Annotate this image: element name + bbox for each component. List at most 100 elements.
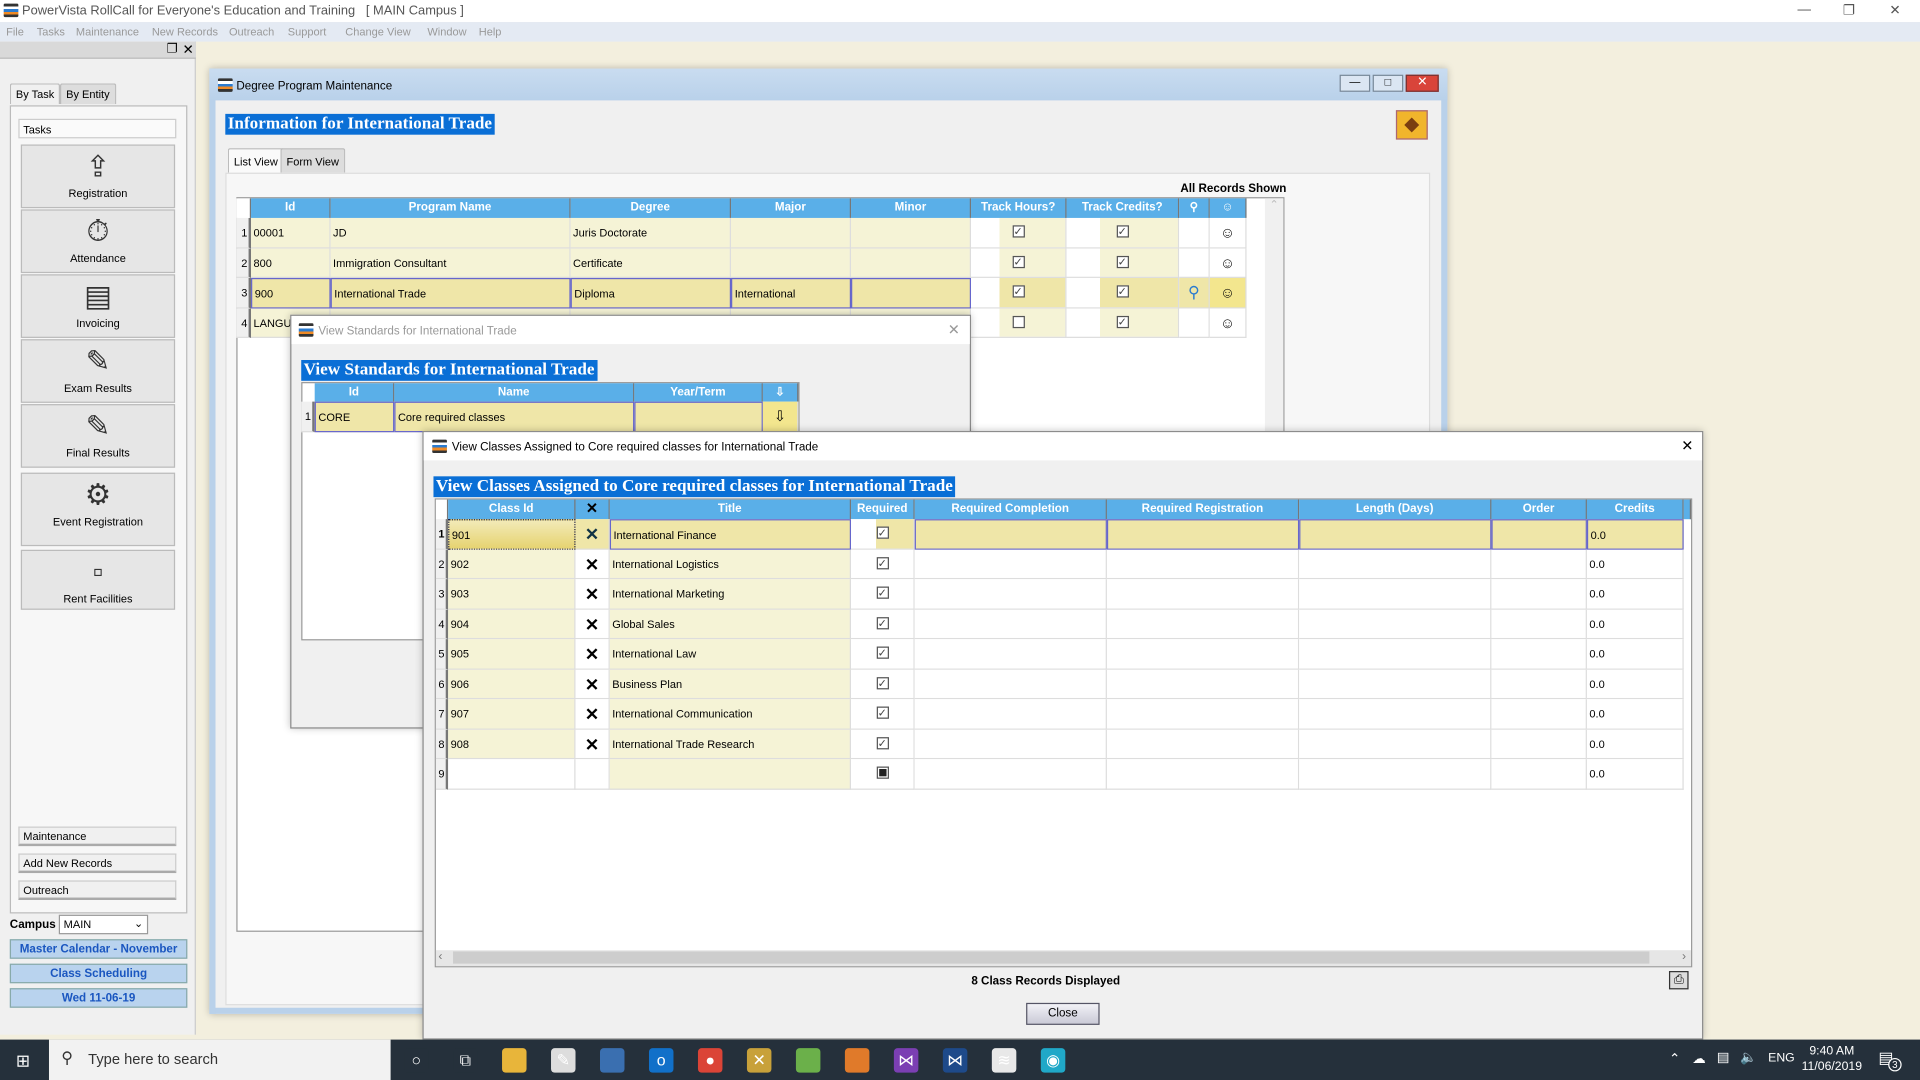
cell-minor[interactable] [851,217,972,248]
cell-required-registration[interactable] [1106,579,1300,610]
menu-tasks[interactable]: Tasks [37,26,65,38]
notifications-icon[interactable]: ▤ 3 [1878,1048,1902,1072]
cell-minor[interactable] [851,247,972,278]
cell-name[interactable]: International Trade [330,277,571,308]
cell-degree[interactable]: Certificate [570,247,732,278]
menu-outreach[interactable]: Outreach [229,26,274,38]
task-event-registration-button[interactable]: ⚙ Event Registration [20,472,176,547]
column-header-length-days-[interactable]: Length (Days) [1299,499,1492,520]
cell-class-id[interactable]: 903 [448,579,576,610]
remove-class-icon[interactable]: ✕ [575,699,610,730]
cell-track-hours[interactable]: ✓ [971,217,1067,248]
remote-desktop-icon[interactable] [600,1048,625,1073]
cell-title[interactable]: International Marketing [609,579,852,610]
cell-order[interactable] [1491,609,1587,640]
taskbar-search-input[interactable]: ⚲ Type here to search [48,1039,391,1080]
menu-support[interactable]: Support [288,26,327,38]
cell-track-credits[interactable]: ✓ [1066,247,1180,278]
cell-length[interactable] [1299,549,1492,580]
cell-length[interactable] [1299,519,1492,550]
close-icon[interactable]: ✕ [1681,437,1693,454]
graduation-cap-icon[interactable]: ☺ [1209,277,1247,308]
column-header-track-hours-[interactable]: Track Hours? [971,198,1067,218]
graduation-cap-icon[interactable]: ☺ [1209,247,1247,278]
column-header-major[interactable]: Major [731,198,852,218]
required-checkbox[interactable]: ✓ [876,736,889,749]
cell-length[interactable] [1299,609,1492,640]
remove-class-icon[interactable]: ✕ [575,669,610,700]
cell-required-completion[interactable] [914,729,1107,760]
close-button[interactable]: ✕ [1405,74,1439,92]
cell-required[interactable]: ✓ [851,699,915,730]
minimize-icon[interactable]: — [1798,2,1811,17]
track-hours-checkbox[interactable]: ✓ [1012,255,1025,268]
remove-class-icon[interactable]: ✕ [575,729,610,760]
required-checkbox[interactable]: ✓ [876,616,889,629]
scrollbar-thumb[interactable] [453,951,1650,964]
close-panel-icon[interactable]: ✕ [182,42,193,58]
standards-cell[interactable]: ⚲ [1179,277,1210,308]
cell-class-id[interactable]: 901 [448,519,576,550]
column-header-order[interactable]: Order [1491,499,1587,520]
required-checkbox[interactable]: ✓ [876,646,889,659]
cell-required-completion[interactable] [914,609,1107,640]
cell-credits[interactable]: 0.0 [1586,579,1684,610]
column-header-id[interactable]: Id [314,383,395,402]
cell-order[interactable] [1491,579,1587,610]
cell-required-registration[interactable] [1106,519,1300,550]
cell-title[interactable]: Global Sales [609,609,852,640]
cell-credits[interactable]: 0.0 [1586,549,1684,580]
tab-list-view[interactable]: List View [227,148,284,173]
standards-cell[interactable] [1179,307,1210,338]
spreadsheet-icon[interactable] [795,1048,821,1073]
required-checkbox[interactable]: ✓ [876,706,889,719]
float-icon[interactable]: ❐ [167,43,178,56]
column-header-name[interactable]: Name [394,383,635,402]
required-checkbox[interactable]: ✓ [876,556,889,569]
cell-length[interactable] [1299,699,1492,730]
cell-required-registration[interactable] [1106,609,1300,640]
task-invoicing-button[interactable]: ▤ Invoicing [20,274,176,338]
cell-track-hours[interactable] [971,307,1067,338]
outlook-icon[interactable]: o [648,1048,674,1073]
cell-id[interactable]: 800 [251,247,331,278]
cell-required-registration[interactable] [1106,699,1300,730]
graduation-cap-icon[interactable]: ☺ [1209,307,1247,338]
cell-title[interactable]: International Finance [609,519,852,550]
cell-class-id[interactable]: 904 [448,609,576,640]
close-dialog-button[interactable]: Close [1026,1002,1100,1025]
column-header-minor[interactable]: Minor [851,198,972,218]
cell-major[interactable]: International [731,277,852,308]
cell-required-registration[interactable] [1106,669,1300,700]
clock[interactable]: 9:40 AM 11/06/2019 [1800,1043,1864,1075]
cell-class-id[interactable]: 906 [448,669,576,700]
column-header-degree[interactable]: Degree [570,198,732,218]
cell-required[interactable]: ✓ [851,729,915,760]
tools-icon[interactable]: ✕ [746,1048,772,1073]
cell-class-id[interactable]: 908 [448,729,576,760]
cell-order[interactable] [1491,729,1587,760]
cell-name[interactable]: Core required classes [394,401,635,432]
cell-order[interactable] [1491,519,1587,550]
task-view-icon[interactable]: ⧉ [453,1048,478,1073]
cell-degree[interactable]: Diploma [570,277,732,308]
column-header-title[interactable]: Title [609,499,852,520]
cell-class-id[interactable]: 907 [448,699,576,730]
cell-required-completion[interactable] [914,759,1107,790]
track-credits-checkbox[interactable]: ✓ [1116,225,1129,238]
cell-required-completion[interactable] [914,519,1107,550]
remove-class-icon[interactable]: ✕ [575,609,610,640]
column-header-remove-icon[interactable]: ✕ [575,499,610,520]
required-checkbox[interactable]: ✓ [876,586,889,599]
close-icon[interactable]: ✕ [1889,2,1900,19]
cell-length[interactable] [1299,669,1492,700]
column-header-credits[interactable]: Credits [1586,499,1684,520]
cell-required[interactable] [851,759,915,790]
master-calendar-button[interactable]: Master Calendar - November [9,939,188,959]
file-explorer-icon[interactable] [502,1048,527,1073]
chrome-icon[interactable]: ● [697,1048,723,1073]
menu-window[interactable]: Window [427,26,466,38]
cell-minor[interactable] [851,277,972,308]
cell-track-credits[interactable]: ✓ [1066,307,1180,338]
cell-order[interactable] [1491,759,1587,790]
